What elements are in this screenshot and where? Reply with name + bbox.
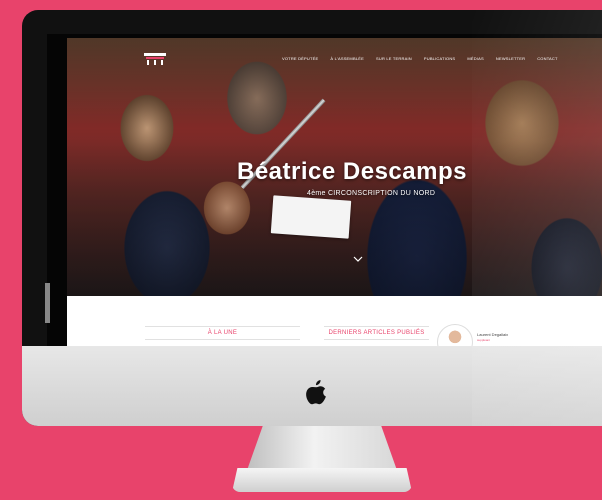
main-navigation: VOTRE DÉPUTÉE À L'ASSEMBLÉE SUR LE TERRA… bbox=[282, 56, 592, 61]
nav-item-medias[interactable]: MÉDIAS bbox=[467, 56, 484, 61]
section-heading-articles[interactable]: DERNIERS ARTICLES PUBLIÉS bbox=[324, 326, 429, 340]
monitor-stand-foot bbox=[232, 468, 412, 492]
content-section: À LA UNE DERNIERS ARTICLES PUBLIÉS Laure… bbox=[67, 296, 602, 350]
assembly-logo-icon[interactable] bbox=[142, 51, 168, 67]
nav-item-contact[interactable]: CONTACT bbox=[537, 56, 557, 61]
nav-item-assemblee[interactable]: À L'ASSEMBLÉE bbox=[330, 56, 364, 61]
chevron-down-icon[interactable] bbox=[353, 254, 363, 264]
page-subtitle: 4ème CIRCONSCRIPTION DU NORD bbox=[307, 190, 436, 197]
nav-item-votre-deputee[interactable]: VOTRE DÉPUTÉE bbox=[282, 56, 318, 61]
nav-item-newsletter[interactable]: NEWSLETTER bbox=[496, 56, 525, 61]
side-tab bbox=[45, 283, 50, 323]
section-heading-une[interactable]: À LA UNE bbox=[145, 326, 300, 340]
paper-graphic bbox=[270, 195, 352, 239]
nav-item-publications[interactable]: PUBLICATIONS bbox=[424, 56, 455, 61]
website-screen: VOTRE DÉPUTÉE À L'ASSEMBLÉE SUR LE TERRA… bbox=[67, 38, 602, 350]
page-title: Béatrice Descamps bbox=[237, 158, 467, 185]
monitor-stand-neck bbox=[247, 426, 397, 470]
author-role: suppléant bbox=[477, 338, 491, 342]
hero-banner: VOTRE DÉPUTÉE À L'ASSEMBLÉE SUR LE TERRA… bbox=[67, 38, 602, 296]
author-name: Laurent Degallaix bbox=[477, 332, 509, 337]
apple-icon bbox=[306, 380, 326, 405]
nav-item-terrain[interactable]: SUR LE TERRAIN bbox=[376, 56, 412, 61]
